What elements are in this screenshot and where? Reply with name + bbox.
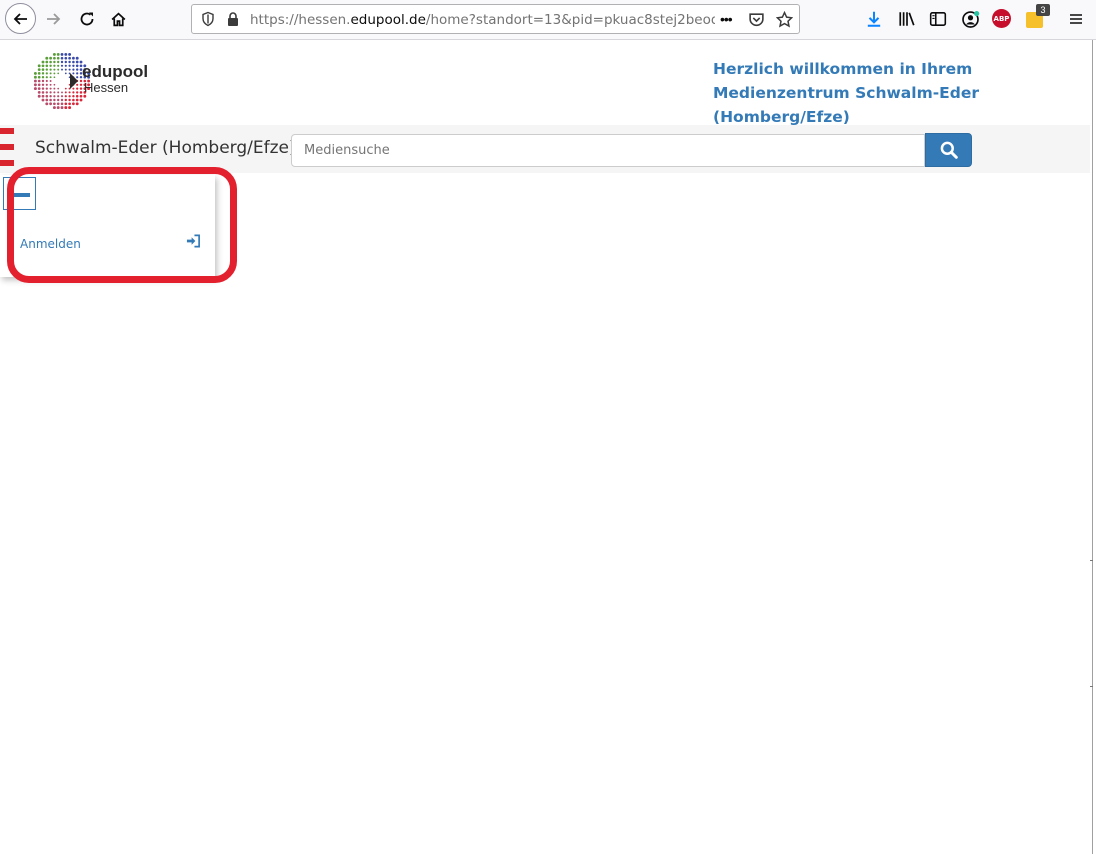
url-text[interactable]: https://hessen.edupool.de/home?standort=… <box>250 11 715 29</box>
arrow-right-icon <box>47 13 61 25</box>
account-icon[interactable] <box>960 9 980 29</box>
menu-stripe[interactable] <box>0 128 14 134</box>
reload-icon <box>80 12 94 26</box>
forward-button[interactable] <box>38 4 68 34</box>
home-button[interactable] <box>103 4 133 34</box>
welcome-line-2: Medienzentrum Schwalm-Eder (Homberg/Efze… <box>713 84 979 126</box>
arrow-left-icon <box>13 12 27 25</box>
search-input[interactable] <box>291 134 925 167</box>
search-icon <box>940 141 958 159</box>
library-icon[interactable] <box>897 9 917 29</box>
extension-badge: 3 <box>1036 4 1050 16</box>
address-bar[interactable]: https://hessen.edupool.de/home?standort=… <box>191 4 800 34</box>
lock-icon[interactable] <box>226 11 240 32</box>
welcome-message: Herzlich willkommen in Ihrem Medienzentr… <box>713 57 1074 129</box>
site-title[interactable]: Schwalm-Eder (Homberg/Efze) <box>35 138 296 158</box>
menu-stripe[interactable] <box>0 160 14 166</box>
menu-stripe[interactable] <box>0 144 14 150</box>
adblock-plus-icon[interactable]: ABP <box>992 9 1011 28</box>
pocket-icon[interactable] <box>748 11 765 33</box>
bookmark-star-icon[interactable] <box>775 10 794 33</box>
scrollbar-mark <box>1090 686 1093 687</box>
logo-text[interactable]: edupool <box>82 62 148 82</box>
welcome-line-1: Herzlich willkommen in Ihrem <box>713 60 973 78</box>
sidebar-icon[interactable] <box>928 9 948 29</box>
scrollbar-mark <box>1090 560 1093 561</box>
logo-subtitle: Hessen <box>84 80 129 95</box>
back-button[interactable] <box>5 3 36 34</box>
scrollbar-edge <box>1092 40 1093 854</box>
download-icon[interactable] <box>864 9 884 29</box>
page-actions-icon[interactable]: ••• <box>720 11 733 27</box>
browser-toolbar: https://hessen.edupool.de/home?standort=… <box>0 0 1096 40</box>
search-button[interactable] <box>925 133 972 167</box>
home-icon <box>111 12 125 26</box>
shield-icon[interactable] <box>200 11 216 32</box>
reload-button[interactable] <box>72 4 102 34</box>
menu-icon[interactable] <box>1066 9 1086 29</box>
highlight-outline <box>7 167 237 283</box>
